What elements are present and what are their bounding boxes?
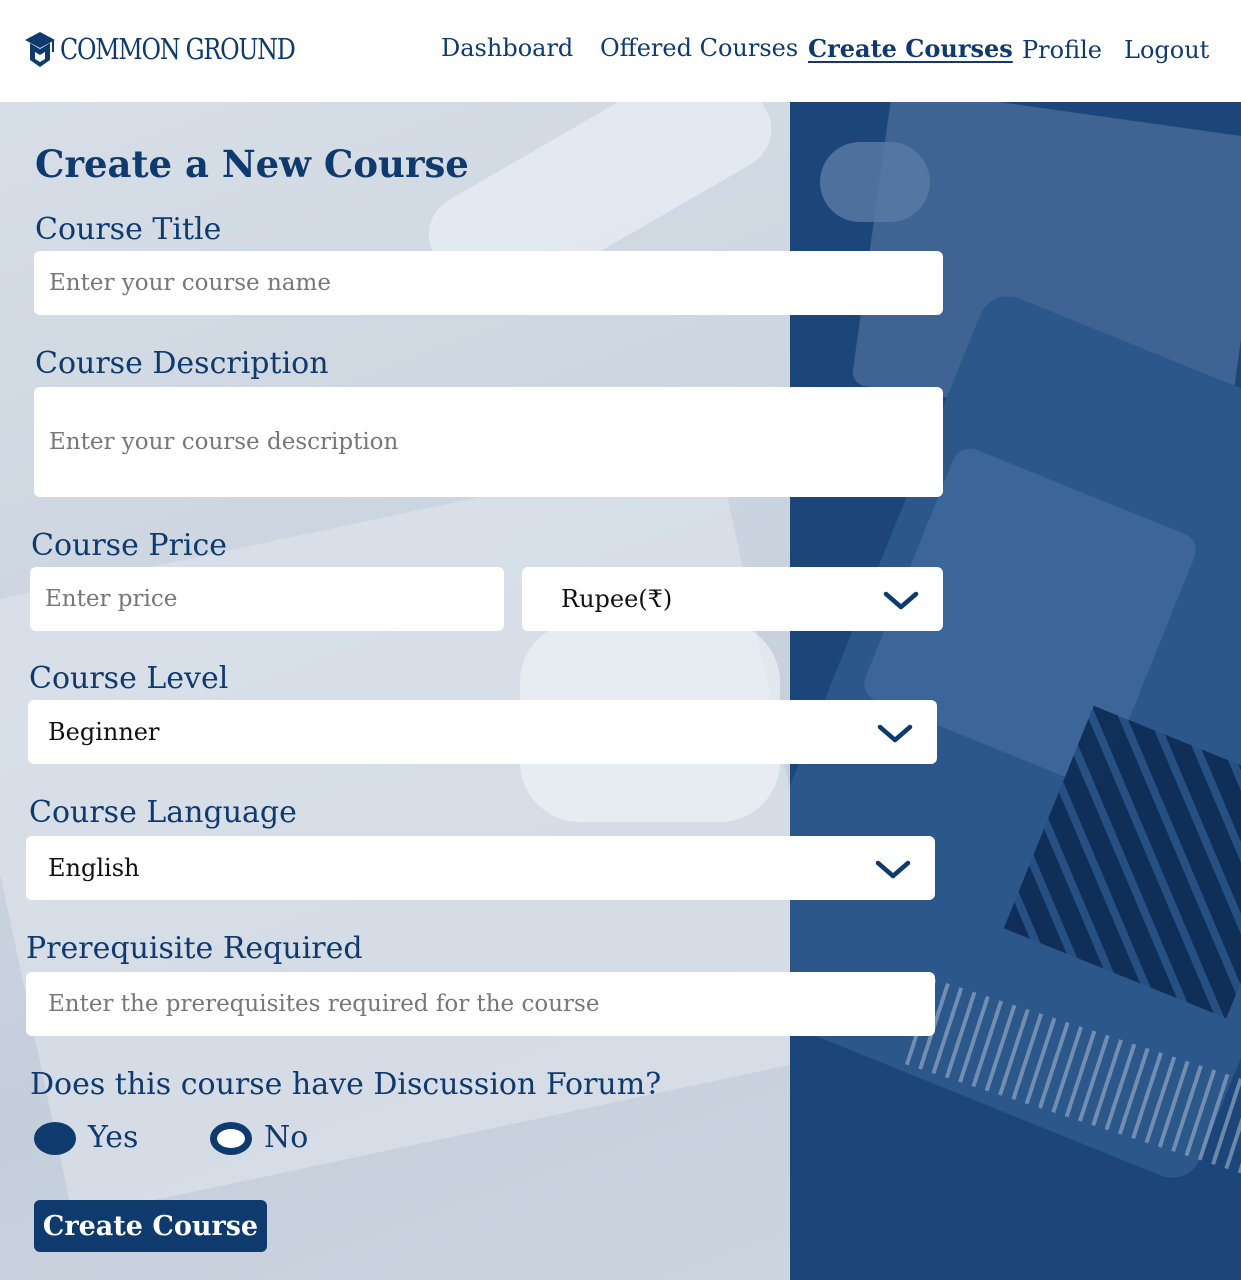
course-price-input[interactable]: Enter price (30, 567, 504, 631)
create-course-button[interactable]: Create Course (34, 1200, 267, 1252)
course-title-label: Course Title (35, 212, 222, 247)
course-level-select[interactable]: Beginner (28, 700, 937, 764)
nav-profile[interactable]: Profile (1022, 36, 1102, 64)
course-title-placeholder: Enter your course name (49, 270, 331, 296)
prerequisite-input[interactable]: Enter the prerequisites required for the… (26, 972, 935, 1036)
prerequisite-label: Prerequisite Required (26, 931, 363, 966)
discussion-forum-yes-label[interactable]: Yes (88, 1120, 138, 1155)
brand-name: COMMON GROUND (60, 32, 296, 66)
nav-logout[interactable]: Logout (1124, 36, 1209, 64)
background-hand (820, 142, 930, 222)
chevron-down-icon (875, 860, 911, 879)
graduation-cap-icon (25, 32, 55, 67)
course-level-value: Beginner (48, 718, 160, 746)
chevron-down-icon (877, 724, 913, 743)
course-title-input[interactable]: Enter your course name (34, 251, 943, 315)
course-language-value: English (48, 854, 140, 882)
brand-logo[interactable]: COMMON GROUND (24, 30, 346, 68)
top-nav-bar: COMMON GROUND Dashboard Offered Courses … (0, 0, 1241, 102)
chevron-down-icon (883, 591, 919, 610)
course-price-label: Course Price (31, 528, 228, 563)
course-description-textarea[interactable]: Enter your course description (34, 387, 943, 497)
currency-select[interactable]: Rupee(₹) (522, 567, 943, 631)
prerequisite-placeholder: Enter the prerequisites required for the… (48, 991, 600, 1017)
discussion-forum-no-radio[interactable] (210, 1122, 252, 1155)
discussion-forum-no-label[interactable]: No (264, 1120, 308, 1155)
course-price-placeholder: Enter price (45, 586, 178, 612)
nav-create-courses[interactable]: Create Courses (808, 34, 1013, 63)
discussion-forum-question: Does this course have Discussion Forum? (30, 1067, 662, 1102)
course-language-label: Course Language (29, 795, 297, 830)
course-language-select[interactable]: English (26, 836, 935, 900)
course-description-placeholder: Enter your course description (49, 429, 399, 455)
nav-offered-courses[interactable]: Offered Courses (600, 34, 798, 62)
currency-value: Rupee(₹) (561, 585, 673, 613)
discussion-forum-yes-radio[interactable] (34, 1122, 76, 1155)
page-title: Create a New Course (35, 142, 469, 186)
nav-dashboard[interactable]: Dashboard (441, 34, 573, 62)
course-level-label: Course Level (29, 661, 229, 696)
course-description-label: Course Description (35, 346, 329, 381)
